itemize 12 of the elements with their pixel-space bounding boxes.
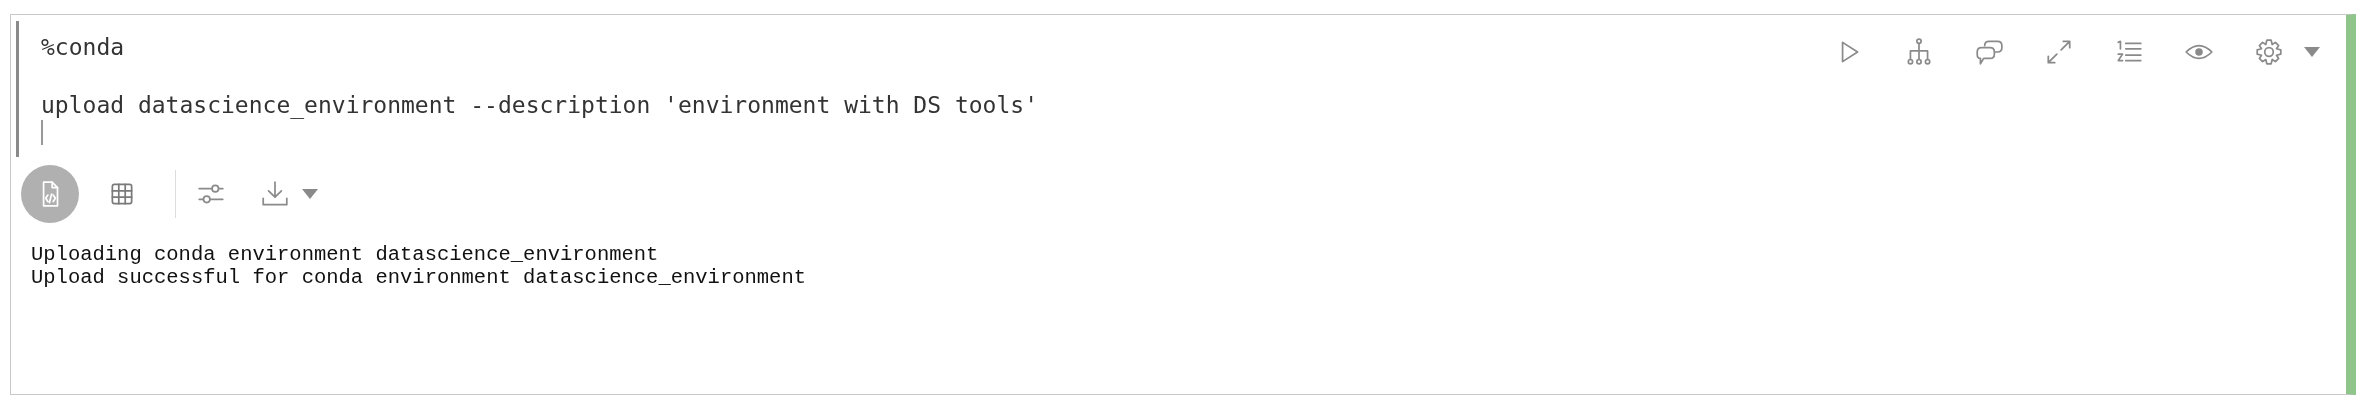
download-icon[interactable] (260, 179, 290, 209)
hierarchy-icon[interactable] (1904, 37, 1934, 67)
text-cursor (41, 120, 43, 145)
comments-icon[interactable] (1974, 37, 2004, 67)
output-line: Uploading conda environment datascience_environment (31, 243, 660, 266)
caret-icon[interactable] (2304, 46, 2320, 58)
caret-icon[interactable] (302, 188, 318, 200)
output-line: Upload successful for conda environment datascience_environment (31, 266, 808, 289)
code-text: %conda upload datascience_environment --description 'environment with DS tools' (41, 33, 1039, 120)
expand-icon[interactable] (2044, 37, 2074, 67)
settings-icon[interactable] (2254, 37, 2284, 67)
code-editor[interactable]: %conda upload datascience_environment --description 'environment with DS tools' (16, 21, 1834, 157)
